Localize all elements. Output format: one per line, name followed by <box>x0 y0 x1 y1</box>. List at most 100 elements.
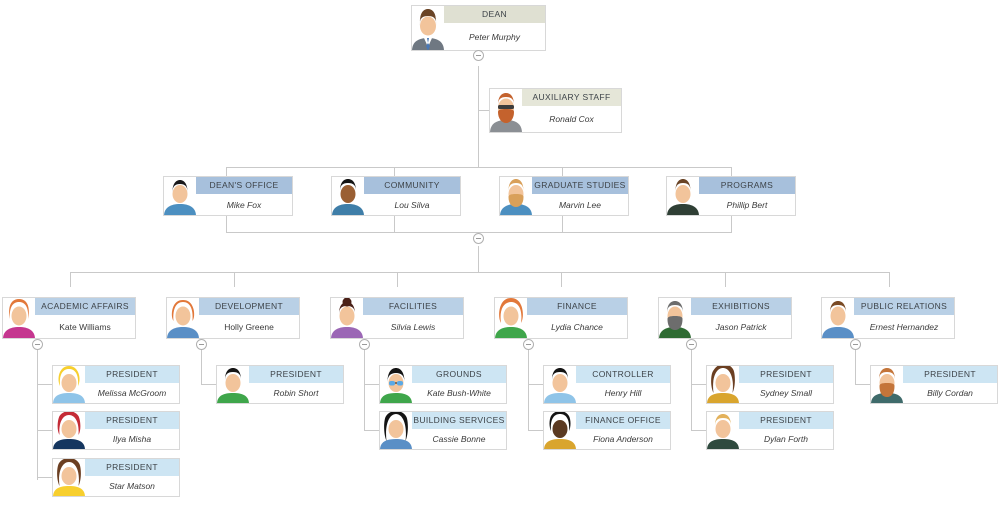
node-henry-hill[interactable]: CONTROLLER Henry Hill <box>543 365 671 404</box>
node-graduate-studies[interactable]: GRADUATE STUDIES Marvin Lee <box>499 176 629 216</box>
minus-icon <box>526 344 531 345</box>
node-body: DEAN Peter Murphy <box>444 6 545 50</box>
minus-icon <box>476 55 481 56</box>
connector <box>70 272 71 287</box>
avatar-melissa-mcgroom <box>53 366 85 403</box>
node-body: FACILITIES Silvia Lewis <box>363 298 463 338</box>
node-ilya-misha[interactable]: PRESIDENT Ilya Misha <box>52 411 180 450</box>
node-body: COMMUNITY Lou Silva <box>364 177 460 215</box>
node-body: AUXILIARY STAFF Ronald Cox <box>522 89 621 132</box>
toggle-development[interactable] <box>196 339 207 350</box>
avatar-kate-williams <box>3 298 35 338</box>
node-sydney-small[interactable]: PRESIDENT Sydney Small <box>706 365 834 404</box>
avatar-marvin-lee <box>500 177 532 215</box>
node-public-relations[interactable]: PUBLIC RELATIONS Ernest Hernandez <box>821 297 955 339</box>
node-name: Kate Bush-White <box>427 388 491 398</box>
node-body: PRESIDENT Star Matson <box>85 459 179 496</box>
connector <box>201 384 216 385</box>
avatar-phillip-bert <box>667 177 699 215</box>
connector <box>528 344 529 430</box>
toggle-academic-affairs[interactable] <box>32 339 43 350</box>
node-body: FINANCE Lydia Chance <box>527 298 627 338</box>
minus-icon <box>362 344 367 345</box>
node-body: PRESIDENT Dylan Forth <box>739 412 833 449</box>
node-name: Jason Patrick <box>715 321 767 332</box>
connector <box>478 246 479 272</box>
node-finance[interactable]: FINANCE Lydia Chance <box>494 297 628 339</box>
node-melissa-mcgroom[interactable]: PRESIDENT Melissa McGroom <box>52 365 180 404</box>
connector <box>691 344 692 430</box>
toggle-public-relations[interactable] <box>850 339 861 350</box>
connector <box>562 167 563 176</box>
node-cassie-bonne[interactable]: BUILDING SERVICES Cassie Bonne <box>379 411 507 450</box>
node-billy-cordan[interactable]: PRESIDENT Billy Cordan <box>870 365 998 404</box>
toggle-facilities[interactable] <box>359 339 370 350</box>
node-auxiliary-staff[interactable]: AUXILIARY STAFF Ronald Cox <box>489 88 622 133</box>
toggle-exhibitions[interactable] <box>686 339 697 350</box>
node-body: GRADUATE STUDIES Marvin Lee <box>532 177 628 215</box>
node-academic-affairs[interactable]: ACADEMIC AFFAIRS Kate Williams <box>2 297 136 339</box>
connector <box>528 430 543 431</box>
avatar-lydia-chance <box>495 298 527 338</box>
connector <box>478 66 479 167</box>
node-name: Mike Fox <box>226 199 262 210</box>
minus-icon <box>199 344 204 345</box>
node-star-matson[interactable]: PRESIDENT Star Matson <box>52 458 180 497</box>
connector <box>234 272 235 287</box>
node-dylan-forth[interactable]: PRESIDENT Dylan Forth <box>706 411 834 450</box>
node-facilities[interactable]: FACILITIES Silvia Lewis <box>330 297 464 339</box>
connector <box>37 430 52 431</box>
node-name: Cassie Bonne <box>432 434 486 444</box>
node-title: AUXILIARY STAFF <box>522 89 621 106</box>
node-development[interactable]: DEVELOPMENT Holly Greene <box>166 297 300 339</box>
node-title: CONTROLLER <box>576 366 670 383</box>
connector <box>394 216 395 232</box>
node-body: PROGRAMS Phillip Bert <box>699 177 795 215</box>
node-body: PRESIDENT Ilya Misha <box>85 412 179 449</box>
connector <box>364 384 379 385</box>
connector <box>364 344 365 430</box>
node-title: COMMUNITY <box>364 177 460 194</box>
connector <box>855 344 856 384</box>
node-name: Billy Cordan <box>927 388 973 398</box>
node-title: PRESIDENT <box>249 366 343 383</box>
node-fiona-anderson[interactable]: FINANCE OFFICE Fiona Anderson <box>543 411 671 450</box>
node-name: Holly Greene <box>224 321 274 332</box>
node-robin-short[interactable]: PRESIDENT Robin Short <box>216 365 344 404</box>
toggle-finance[interactable] <box>523 339 534 350</box>
connector <box>731 216 732 232</box>
node-body: PUBLIC RELATIONS Ernest Hernandez <box>854 298 954 338</box>
node-name: Ronald Cox <box>549 114 594 124</box>
node-programs[interactable]: PROGRAMS Phillip Bert <box>666 176 796 216</box>
connector <box>855 384 870 385</box>
toggle-dean[interactable] <box>473 50 484 61</box>
node-exhibitions[interactable]: EXHIBITIONS Jason Patrick <box>658 297 792 339</box>
avatar-jason-patrick <box>659 298 691 338</box>
node-title: DEVELOPMENT <box>199 298 299 315</box>
node-name: Sydney Small <box>760 388 812 398</box>
node-kate-bush-white[interactable]: GROUNDS Kate Bush-White <box>379 365 507 404</box>
node-title: GROUNDS <box>412 366 506 383</box>
avatar-mike-fox <box>164 177 196 215</box>
node-body: DEAN'S OFFICE Mike Fox <box>196 177 292 215</box>
node-community[interactable]: COMMUNITY Lou Silva <box>331 176 461 216</box>
avatar-fiona-anderson <box>544 412 576 449</box>
connector <box>394 167 395 176</box>
toggle-programs-row[interactable] <box>473 233 484 244</box>
avatar-dylan-forth <box>707 412 739 449</box>
connector <box>226 167 227 176</box>
node-body: PRESIDENT Melissa McGroom <box>85 366 179 403</box>
node-title: DEAN'S OFFICE <box>196 177 292 194</box>
node-body: FINANCE OFFICE Fiona Anderson <box>576 412 670 449</box>
node-name: Lou Silva <box>394 199 430 210</box>
avatar-billy-cordan <box>871 366 903 403</box>
node-title: FINANCE <box>527 298 627 315</box>
node-body: BUILDING SERVICES Cassie Bonne <box>412 412 506 449</box>
node-dean[interactable]: DEAN Peter Murphy <box>411 5 546 51</box>
node-body: GROUNDS Kate Bush-White <box>412 366 506 403</box>
connector <box>731 167 732 176</box>
avatar-ronald-cox <box>490 89 522 132</box>
node-title: ACADEMIC AFFAIRS <box>35 298 135 315</box>
node-name: Phillip Bert <box>726 199 768 210</box>
node-deans-office[interactable]: DEAN'S OFFICE Mike Fox <box>163 176 293 216</box>
